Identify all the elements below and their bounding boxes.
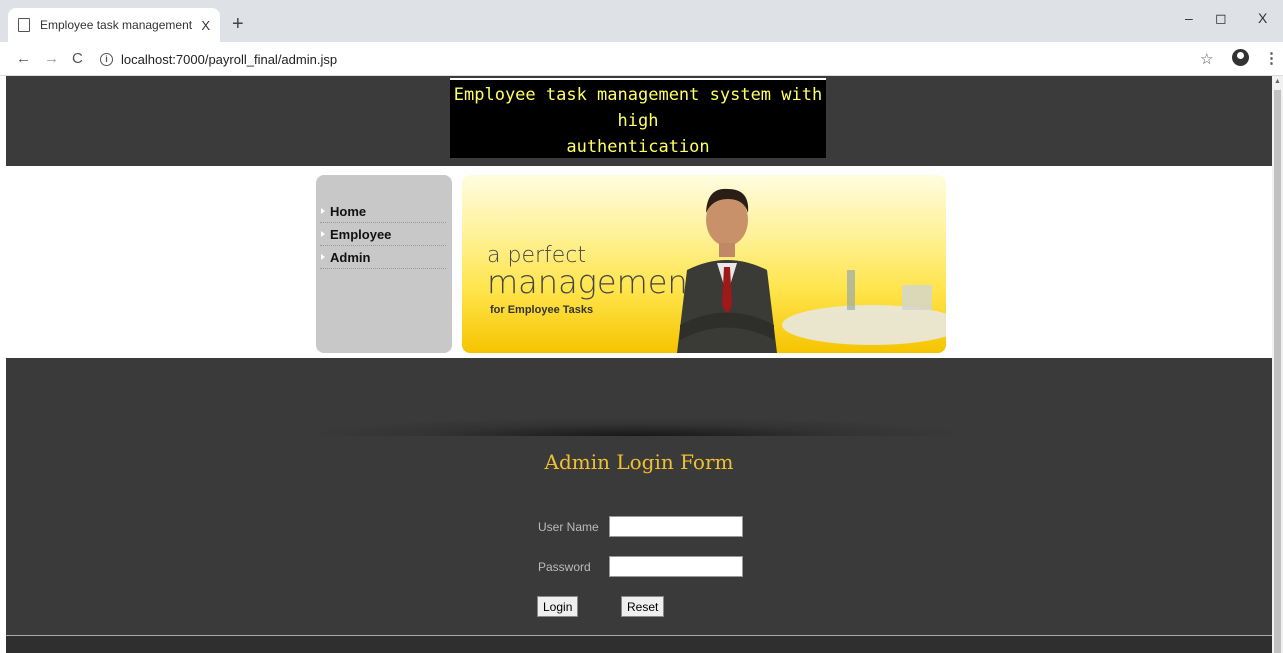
login-section: Admin Login Form User Name Password Logi… (6, 358, 1272, 653)
close-window-icon[interactable]: X (1258, 10, 1267, 26)
browser-tab[interactable]: Employee task management syst X (8, 8, 220, 42)
site-header: Employee task management system with hig… (6, 76, 1272, 166)
side-menu: Home Employee Admin (316, 175, 452, 353)
username-input[interactable] (609, 516, 743, 537)
reset-button[interactable]: Reset (621, 596, 665, 617)
form-title: Admin Login Form (544, 450, 734, 474)
businessman-illustration (677, 188, 946, 353)
page-icon (18, 18, 30, 32)
maximize-icon[interactable]: ◻ (1215, 10, 1227, 27)
site-title-box: Employee task management system with hig… (450, 78, 826, 158)
reload-icon[interactable]: C (72, 50, 83, 67)
minimize-icon[interactable]: – (1185, 10, 1193, 26)
banner: Home Employee Admin a perfect management… (6, 166, 1272, 358)
page-scrollbar[interactable]: ▲ (1272, 76, 1283, 653)
address-bar: ← → C i localhost:7000/payroll_final/adm… (0, 42, 1283, 76)
menu-item-employee[interactable]: Employee (320, 223, 446, 246)
menu-item-home[interactable]: Home (320, 200, 446, 223)
url-text: localhost:7000/payroll_final/admin.jsp (121, 51, 338, 67)
decorative-shadow (316, 418, 956, 436)
footer (6, 636, 1272, 653)
new-tab-icon[interactable]: + (232, 13, 244, 36)
site-title-line2: authentication (566, 137, 710, 157)
scroll-up-icon[interactable]: ▲ (1274, 78, 1281, 85)
tab-close-icon[interactable]: X (201, 18, 210, 33)
info-icon[interactable]: i (100, 52, 113, 66)
forward-icon[interactable]: → (44, 50, 59, 67)
account-icon[interactable] (1232, 49, 1249, 66)
bookmark-star-icon[interactable]: ☆ (1200, 50, 1213, 68)
password-input[interactable] (609, 556, 743, 577)
back-icon[interactable]: ← (16, 50, 31, 67)
tab-title: Employee task management syst (40, 18, 195, 32)
username-label: User Name (538, 520, 599, 534)
scrollbar-thumb[interactable] (1274, 90, 1281, 653)
login-button[interactable]: Login (537, 596, 579, 617)
site-title-line1: Employee task management system with hig… (453, 85, 823, 131)
hero-image: a perfect management for Employee Tasks (462, 175, 946, 353)
menu-kebab-icon[interactable]: ⋮ (1264, 49, 1279, 67)
url-field[interactable]: i localhost:7000/payroll_final/admin.jsp (100, 47, 1190, 71)
page-viewport: Employee task management system with hig… (0, 76, 1272, 653)
menu-item-admin[interactable]: Admin (320, 246, 446, 269)
browser-tab-bar: Employee task management syst X + – ◻ X (0, 0, 1283, 42)
password-label: Password (538, 560, 591, 574)
